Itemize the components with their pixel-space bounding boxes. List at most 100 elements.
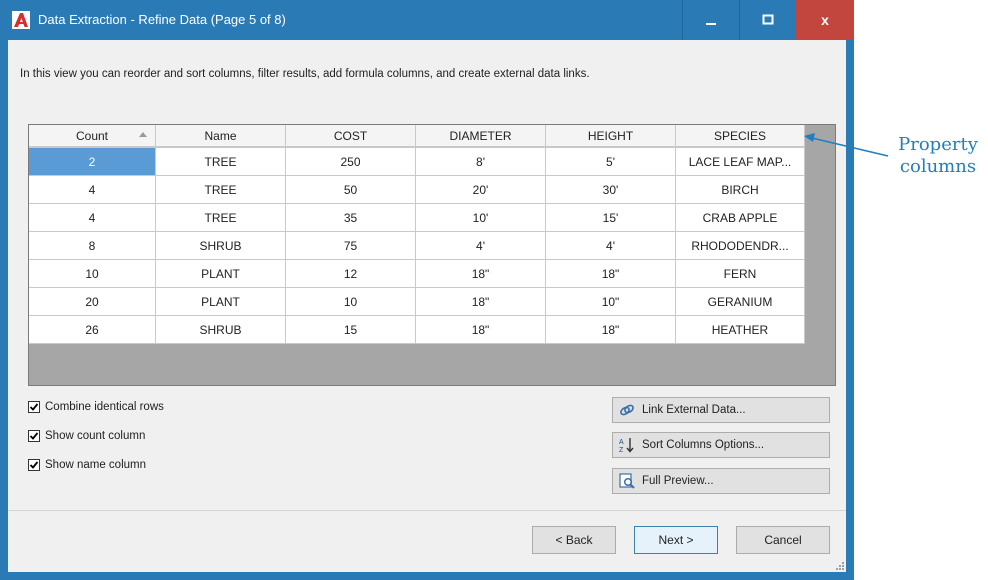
table-cell[interactable]: 4' xyxy=(415,231,546,260)
table-cell[interactable]: BIRCH xyxy=(675,175,805,204)
table-cell[interactable]: 12 xyxy=(285,259,416,288)
table-cell[interactable]: 10" xyxy=(545,287,676,316)
table-cell[interactable]: 250 xyxy=(285,147,416,176)
svg-text:Z: Z xyxy=(619,447,624,454)
table-cell[interactable]: 18" xyxy=(415,315,546,344)
preview-magnifier-icon xyxy=(619,473,635,489)
table-cell[interactable]: 18" xyxy=(545,315,676,344)
table-cell[interactable]: SHRUB xyxy=(155,231,286,260)
checkmark-icon xyxy=(29,432,39,440)
minimize-button[interactable] xyxy=(682,0,739,40)
table-header-row: Count Name COST DIAMETER HEIGHT SPECIES xyxy=(29,125,805,148)
table-cell[interactable]: 2 xyxy=(29,147,156,176)
show-count-option[interactable]: Show count column xyxy=(28,430,145,442)
table-cell[interactable]: 35 xyxy=(285,203,416,232)
checkmark-icon xyxy=(29,461,39,469)
dialog-content: In this view you can reorder and sort co… xyxy=(8,40,846,572)
table-cell[interactable]: TREE xyxy=(155,147,286,176)
table-row[interactable]: 10 PLANT 12 18" 18" FERN xyxy=(29,259,805,288)
table-cell[interactable]: 5' xyxy=(545,147,676,176)
table-cell[interactable]: 10 xyxy=(285,287,416,316)
table-cell[interactable]: 18" xyxy=(415,259,546,288)
table-cell[interactable]: 8' xyxy=(415,147,546,176)
intro-text: In this view you can reorder and sort co… xyxy=(20,68,590,80)
table-cell[interactable]: LACE LEAF MAP... xyxy=(675,147,805,176)
cancel-button[interactable]: Cancel xyxy=(736,526,830,554)
table-row[interactable]: 2 TREE 250 8' 5' LACE LEAF MAP... xyxy=(29,147,805,176)
sort-ascending-icon xyxy=(139,132,147,137)
table-row[interactable]: 26 SHRUB 15 18" 18" HEATHER xyxy=(29,315,805,344)
column-header-species[interactable]: SPECIES xyxy=(675,125,805,148)
table-cell[interactable]: HEATHER xyxy=(675,315,805,344)
show-name-label: Show name column xyxy=(45,459,146,471)
property-columns-callout: Property columns xyxy=(890,134,986,178)
table-cell[interactable]: 18" xyxy=(545,259,676,288)
data-grid: Count Name COST DIAMETER HEIGHT SPECIES … xyxy=(28,124,836,386)
autocad-app-icon xyxy=(12,11,30,29)
table-cell[interactable]: 15' xyxy=(545,203,676,232)
callout-line-1: Property xyxy=(898,134,978,155)
close-button[interactable]: x xyxy=(796,0,854,40)
title-bar[interactable]: Data Extraction - Refine Data (Page 5 of… xyxy=(0,0,854,40)
window-title: Data Extraction - Refine Data (Page 5 of… xyxy=(38,12,286,27)
combine-rows-checkbox[interactable] xyxy=(28,401,40,413)
table-cell[interactable]: TREE xyxy=(155,203,286,232)
checkmark-icon xyxy=(29,403,39,411)
link-icon xyxy=(620,404,634,416)
column-header-height[interactable]: HEIGHT xyxy=(545,125,676,148)
table-cell[interactable]: 10' xyxy=(415,203,546,232)
table-cell[interactable]: 4 xyxy=(29,203,156,232)
combine-rows-option[interactable]: Combine identical rows xyxy=(28,401,164,413)
table-cell[interactable]: 4 xyxy=(29,175,156,204)
table-cell[interactable]: 8 xyxy=(29,231,156,260)
table-body: 2 TREE 250 8' 5' LACE LEAF MAP... 4 TREE 50 20' 30… xyxy=(29,147,805,344)
table-cell[interactable]: CRAB APPLE xyxy=(675,203,805,232)
table-cell[interactable]: TREE xyxy=(155,175,286,204)
callout-line-2: columns xyxy=(899,156,977,177)
column-header-diameter[interactable]: DIAMETER xyxy=(415,125,546,148)
table-cell[interactable]: GERANIUM xyxy=(675,287,805,316)
show-name-checkbox[interactable] xyxy=(28,459,40,471)
svg-text:A: A xyxy=(619,439,624,446)
maximize-button[interactable] xyxy=(739,0,796,40)
back-button[interactable]: < Back xyxy=(532,526,616,554)
table-cell[interactable]: 30' xyxy=(545,175,676,204)
show-count-label: Show count column xyxy=(45,430,146,442)
table-row[interactable]: 20 PLANT 10 18" 10" GERANIUM xyxy=(29,287,805,316)
show-name-option[interactable]: Show name column xyxy=(28,459,146,471)
full-preview-button[interactable]: Full Preview... xyxy=(612,468,830,494)
show-count-checkbox[interactable] xyxy=(28,430,40,442)
table-row[interactable]: 4 TREE 50 20' 30' BIRCH xyxy=(29,175,805,204)
link-external-data-button[interactable]: Link External Data... xyxy=(612,397,830,423)
column-header-name[interactable]: Name xyxy=(155,125,286,148)
table-row[interactable]: 8 SHRUB 75 4' 4' RHODODENDR... xyxy=(29,231,805,260)
table-cell[interactable]: 75 xyxy=(285,231,416,260)
next-button[interactable]: Next > xyxy=(634,526,718,554)
full-preview-label: Full Preview... xyxy=(642,475,714,487)
table-cell[interactable]: PLANT xyxy=(155,287,286,316)
table-row[interactable]: 4 TREE 35 10' 15' CRAB APPLE xyxy=(29,203,805,232)
table-cell[interactable]: 4' xyxy=(545,231,676,260)
sort-columns-options-button[interactable]: A Z Sort Columns Options... xyxy=(612,432,830,458)
footer-divider xyxy=(8,510,846,511)
combine-rows-label: Combine identical rows xyxy=(45,401,164,413)
maximize-icon xyxy=(762,14,774,25)
table-cell[interactable]: 15 xyxy=(285,315,416,344)
close-icon: x xyxy=(821,12,829,28)
table-cell[interactable]: 10 xyxy=(29,259,156,288)
resize-grip-icon[interactable] xyxy=(834,560,844,570)
table-cell[interactable]: 18" xyxy=(415,287,546,316)
table-cell[interactable]: RHODODENDR... xyxy=(675,231,805,260)
sort-az-icon: A Z xyxy=(619,438,634,454)
table-cell[interactable]: FERN xyxy=(675,259,805,288)
column-header-cost[interactable]: COST xyxy=(285,125,416,148)
table-cell[interactable]: 50 xyxy=(285,175,416,204)
column-header-count[interactable]: Count xyxy=(29,125,156,148)
table-cell[interactable]: SHRUB xyxy=(155,315,286,344)
table-cell[interactable]: 26 xyxy=(29,315,156,344)
table-cell[interactable]: PLANT xyxy=(155,259,286,288)
sort-columns-options-label: Sort Columns Options... xyxy=(642,439,765,451)
table-cell[interactable]: 20' xyxy=(415,175,546,204)
link-external-data-label: Link External Data... xyxy=(642,404,746,416)
table-cell[interactable]: 20 xyxy=(29,287,156,316)
